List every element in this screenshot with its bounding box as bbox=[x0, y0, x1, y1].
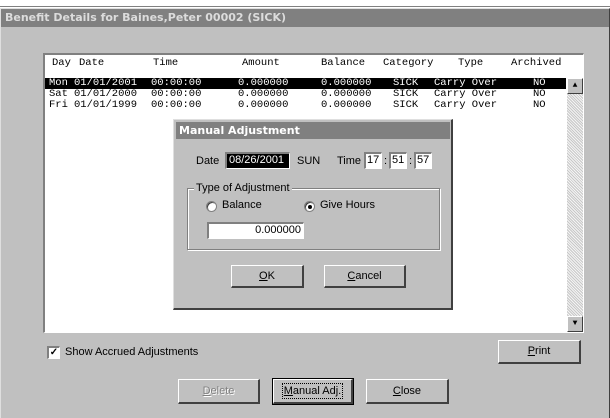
manual-adjustment-dialog: Manual Adjustment Date 08/26/2001 SUN Ti… bbox=[173, 119, 453, 310]
time-separator: : bbox=[409, 155, 413, 167]
column-header-amount: Amount bbox=[242, 57, 280, 69]
close-label: Close bbox=[392, 385, 422, 397]
column-header-time: Time bbox=[153, 57, 179, 69]
balance-radio-label[interactable]: Balance bbox=[222, 199, 262, 211]
manual-adj-label: Manual Adj. bbox=[281, 383, 344, 399]
window-title: Benefit Details for Baines,Peter 00002 (… bbox=[1, 9, 609, 27]
scroll-up-icon[interactable]: ▲ bbox=[567, 78, 583, 94]
adjustment-type-label: Type of Adjustment bbox=[194, 182, 292, 194]
show-accrued-checkbox[interactable]: ✓ bbox=[47, 346, 60, 359]
table-row[interactable]: Fri 01/01/1999 00:00:00 0.000000 0.00000… bbox=[45, 100, 566, 111]
print-button[interactable]: Print bbox=[498, 340, 581, 364]
cell-day: Fri bbox=[49, 99, 68, 111]
list-header: Day Date Time Amount Balance Category Ty… bbox=[45, 57, 565, 71]
column-header-type: Type bbox=[458, 57, 484, 69]
second-field[interactable]: 57 bbox=[414, 152, 432, 169]
list-rows: Mon 01/01/2001 00:00:00 0.000000 0.00000… bbox=[45, 78, 566, 111]
balance-radio[interactable] bbox=[206, 201, 217, 212]
time-label: Time bbox=[337, 155, 362, 167]
column-header-date: Date bbox=[79, 57, 105, 69]
column-header-day: Day bbox=[52, 57, 71, 69]
cell-amount: 0.000000 bbox=[238, 99, 289, 111]
cell-archived: NO bbox=[533, 99, 546, 111]
cell-category: SICK bbox=[393, 99, 419, 111]
cell-time: 00:00:00 bbox=[151, 99, 202, 111]
delete-label: Delete bbox=[202, 385, 235, 397]
give-hours-radio-label[interactable]: Give Hours bbox=[320, 199, 375, 211]
scroll-down-icon[interactable]: ▼ bbox=[567, 316, 583, 332]
manual-adj-button[interactable]: Manual Adj. bbox=[272, 378, 354, 405]
ok-label: OK bbox=[259, 270, 275, 282]
date-field[interactable]: 08/26/2001 bbox=[225, 152, 290, 169]
print-label: Print bbox=[527, 345, 551, 357]
minute-field[interactable]: 51 bbox=[389, 152, 407, 169]
amount-field[interactable]: 0.000000 bbox=[207, 222, 304, 239]
column-header-archived: Archived bbox=[511, 57, 562, 69]
cancel-button[interactable]: Cancel bbox=[324, 265, 406, 288]
weekday-label: SUN bbox=[297, 155, 321, 167]
ok-button[interactable]: OK bbox=[231, 265, 304, 288]
cell-date: 01/01/1999 bbox=[74, 99, 138, 111]
adjustment-type-group: Type of Adjustment Balance Give Hours 0.… bbox=[187, 182, 440, 250]
date-label: Date bbox=[196, 155, 220, 167]
give-hours-radio[interactable] bbox=[304, 201, 315, 212]
close-button[interactable]: Close bbox=[366, 379, 449, 404]
dialog-title: Manual Adjustment bbox=[176, 122, 450, 139]
cancel-label: Cancel bbox=[347, 270, 382, 282]
column-header-category: Category bbox=[383, 57, 434, 69]
hour-field[interactable]: 17 bbox=[364, 152, 382, 169]
cell-type: Carry Over bbox=[434, 99, 498, 111]
show-accrued-label: Show Accrued Adjustments bbox=[65, 346, 199, 358]
delete-button[interactable]: Delete bbox=[178, 379, 260, 404]
cell-balance: 0.000000 bbox=[321, 99, 372, 111]
vertical-scrollbar[interactable]: ▲ ▼ bbox=[567, 78, 583, 332]
time-separator: : bbox=[384, 155, 388, 167]
column-header-balance: Balance bbox=[321, 57, 366, 69]
page-top-strip bbox=[0, 0, 610, 7]
